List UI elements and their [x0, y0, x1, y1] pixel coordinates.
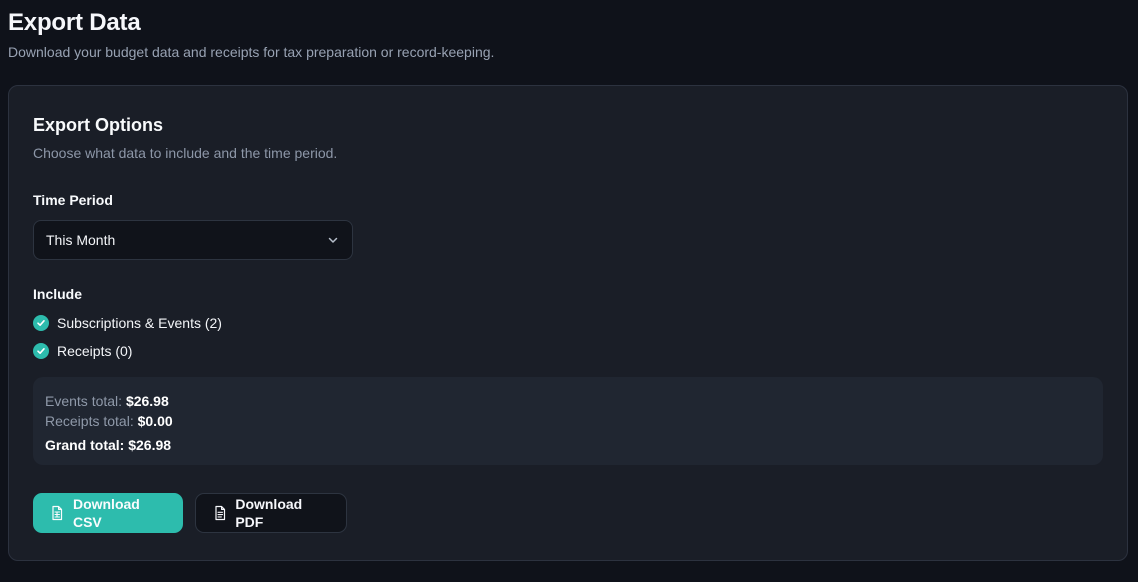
export-actions: Download CSV Download PDF [33, 493, 1103, 533]
page-subtitle: Download your budget data and receipts f… [8, 44, 495, 60]
export-summary-panel: Events total: $26.98 Receipts total: $0.… [33, 377, 1103, 465]
time-period-value: This Month [46, 232, 116, 248]
grand-total-line: Grand total: $26.98 [45, 435, 1091, 455]
checkmark-icon [37, 348, 45, 354]
grand-total-value: $26.98 [128, 437, 172, 453]
export-options-title: Export Options [33, 115, 163, 135]
receipts-total-line: Receipts total: $0.00 [45, 411, 1091, 431]
page-title: Export Data [8, 9, 141, 36]
include-receipts-checkbox[interactable]: Receipts (0) [33, 342, 1103, 360]
include-subscriptions-events-checkbox[interactable]: Subscriptions & Events (2) [33, 314, 1103, 332]
events-total-value: $26.98 [125, 393, 169, 409]
time-period-select[interactable]: This Month [33, 220, 353, 260]
check-circle-icon [33, 343, 49, 359]
check-circle-icon [33, 315, 49, 331]
file-text-icon [212, 505, 227, 521]
time-period-label: Time Period [33, 192, 113, 208]
export-options-card: Export Options Choose what data to inclu… [8, 85, 1128, 561]
receipts-label: Receipts (0) [57, 343, 133, 359]
download-csv-label: Download CSV [72, 496, 140, 530]
checkmark-icon [37, 320, 45, 326]
download-pdf-button[interactable]: Download PDF [195, 493, 347, 533]
download-pdf-label: Download PDF [235, 496, 303, 530]
spreadsheet-file-icon-svg [52, 505, 63, 521]
events-total-line: Events total: $26.98 [45, 391, 1091, 411]
grand-total-label: Grand total: [45, 437, 125, 453]
chevron-down-icon [326, 233, 340, 247]
receipts-total-label: Receipts total: [45, 413, 134, 429]
export-options-subtitle: Choose what data to include and the time… [33, 145, 338, 161]
include-options-list: Subscriptions & Events (2) Receipts (0) [33, 314, 1103, 360]
events-total-label: Events total: [45, 393, 123, 409]
download-csv-button[interactable]: Download CSV [33, 493, 183, 533]
export-data-page: Export Data Download your budget data an… [0, 0, 1138, 582]
subscriptions-events-label: Subscriptions & Events (2) [57, 315, 222, 331]
spreadsheet-file-icon [50, 505, 65, 521]
include-label: Include [33, 286, 83, 302]
chevron-down-icon-svg [328, 237, 338, 243]
receipts-total-value: $0.00 [137, 413, 173, 429]
file-text-icon-svg [215, 505, 225, 521]
